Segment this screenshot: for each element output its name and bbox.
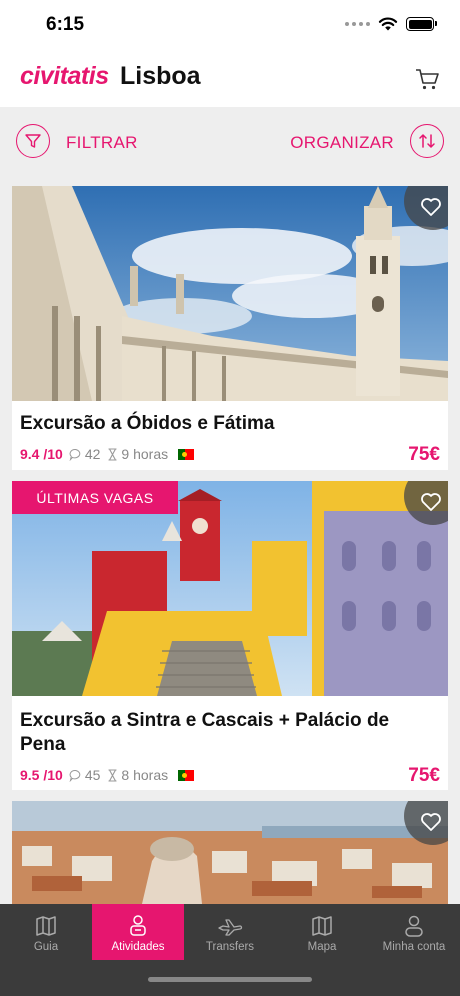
sort-label[interactable]: ORGANIZAR: [290, 133, 394, 153]
wifi-icon: [378, 17, 398, 31]
activity-card[interactable]: ÚLTIMAS VAGAS Excursão a Sintra e Cascai…: [12, 481, 448, 790]
portugal-flag-icon: [178, 769, 195, 781]
status-bar: 6:15: [0, 0, 460, 50]
filter-label[interactable]: FILTRAR: [66, 133, 138, 153]
tab-label: Guia: [33, 941, 59, 953]
activity-card[interactable]: [12, 801, 448, 904]
plane-icon: [218, 919, 243, 936]
tab-mapa[interactable]: Mapa: [276, 904, 368, 960]
cart-icon[interactable]: [414, 66, 440, 92]
map-book-icon: [36, 916, 56, 936]
hourglass-icon: [108, 447, 117, 461]
comment-icon: [69, 769, 81, 782]
person-activities-icon: [130, 915, 146, 936]
heart-icon: [421, 813, 441, 831]
duration: 9 horas: [121, 446, 169, 462]
rating: 9.4 /10: [20, 446, 63, 462]
funnel-icon: [25, 134, 41, 148]
duration: 8 horas: [121, 767, 169, 783]
activity-photo[interactable]: [12, 186, 448, 401]
sort-arrows-icon: [419, 134, 435, 148]
tab-transfers[interactable]: Transfers: [184, 904, 276, 960]
status-time: 6:15: [46, 14, 85, 35]
activity-title[interactable]: Excursão a Sintra e Cascais + Palácio de…: [20, 709, 420, 757]
activity-title[interactable]: Excursão a Óbidos e Fátima: [20, 412, 420, 436]
rating: 9.5 /10: [20, 767, 63, 783]
filter-button[interactable]: [16, 124, 50, 158]
map-icon: [312, 916, 332, 936]
tab-label: Transfers: [205, 941, 255, 953]
tab-label: Atividades: [111, 941, 165, 953]
user-icon: [405, 915, 423, 937]
app-header: civitatis Lisboa: [0, 50, 460, 107]
filter-bar: FILTRAR ORGANIZAR: [0, 107, 460, 179]
fatima-basilica-photo: [12, 186, 448, 401]
comment-icon: [69, 448, 81, 461]
city-title: Lisboa: [120, 62, 201, 90]
tab-label: Minha conta: [382, 941, 446, 953]
home-indicator[interactable]: [148, 977, 312, 982]
tab-label: Mapa: [307, 941, 337, 953]
activity-photo[interactable]: ÚLTIMAS VAGAS: [12, 481, 448, 696]
review-count: 45: [84, 767, 101, 783]
battery-icon: [406, 17, 437, 31]
lisbon-rooftops-photo: [12, 801, 448, 904]
hourglass-icon: [108, 768, 117, 782]
portugal-flag-icon: [178, 448, 195, 460]
brand-logo: civitatis: [20, 62, 109, 90]
price: 75€: [408, 444, 440, 465]
activity-card[interactable]: Excursão a Óbidos e Fátima 9.4 /10 42 9 …: [12, 186, 448, 470]
bottom-tab-bar: Guia Atividades Transfers Mapa Minha con…: [0, 904, 460, 996]
status-icons: [345, 16, 437, 32]
signal-icon: [345, 22, 370, 26]
sort-button[interactable]: [410, 124, 444, 158]
heart-icon: [421, 493, 441, 511]
price: 75€: [408, 765, 440, 786]
review-count: 42: [84, 446, 101, 462]
tab-guia[interactable]: Guia: [0, 904, 92, 960]
activity-meta: 9.5 /10 45 8 horas: [20, 767, 195, 783]
activity-meta: 9.4 /10 42 9 horas: [20, 446, 195, 462]
activity-photo[interactable]: [12, 801, 448, 904]
tab-atividades[interactable]: Atividades: [92, 904, 184, 960]
last-spots-badge: ÚLTIMAS VAGAS: [12, 481, 178, 514]
tab-minha-conta[interactable]: Minha conta: [368, 904, 460, 960]
heart-icon: [421, 198, 441, 216]
